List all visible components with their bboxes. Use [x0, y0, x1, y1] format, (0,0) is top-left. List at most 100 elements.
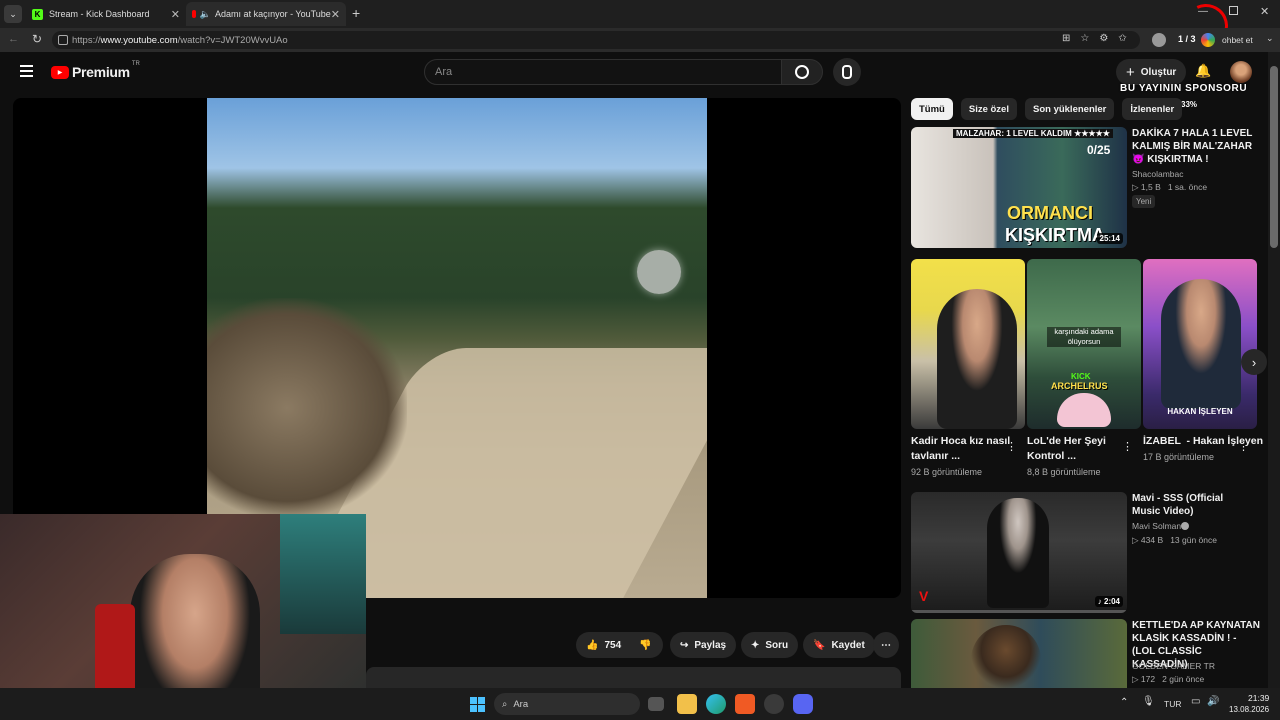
more-icon[interactable]: ⌄: [1266, 33, 1274, 44]
share-label: Paylaş: [694, 639, 727, 651]
profile-count: 1 / 3: [1178, 34, 1196, 44]
like-button[interactable]: 👍 754: [576, 632, 628, 658]
url-host: www.youtube.com: [100, 34, 178, 46]
brave-icon[interactable]: [735, 694, 755, 714]
save-label: Kaydet: [831, 639, 865, 651]
more-actions-button[interactable]: ⋯: [873, 632, 899, 658]
network-icon[interactable]: ▭: [1191, 696, 1200, 707]
video-thumbnail[interactable]: [911, 619, 1127, 688]
tab-title: Adamı at kaçınyor - YouTube: [215, 9, 331, 19]
kick-icon: K: [32, 8, 43, 20]
menu-icon[interactable]: [20, 65, 33, 77]
dislike-button[interactable]: 👎: [628, 632, 663, 658]
share-icon: ↪: [680, 639, 689, 651]
clock-date[interactable]: 13.08.2026: [1229, 705, 1269, 714]
share-button[interactable]: ↪ Paylaş: [670, 632, 737, 658]
close-window-icon[interactable]: ✕: [1260, 5, 1269, 18]
channel-name[interactable]: GOLDEN GAMER TR: [1132, 660, 1215, 673]
short-info[interactable]: Kadir Hoca kız nasıl tavlanır ... 92 B g…: [911, 434, 1021, 479]
search-button[interactable]: [781, 59, 823, 85]
url-field[interactable]: https://www.youtube.com/watch?v=JWT20Wvv…: [52, 31, 1140, 49]
filter-chips: Tümü Size özel Son yüklenenler İzlenenle…: [911, 98, 1183, 120]
tab-youtube[interactable]: 🔈 Adamı at kaçınyor - YouTube ✕: [186, 2, 346, 26]
ask-label: Soru: [765, 639, 789, 651]
reload-icon[interactable]: ↻: [32, 32, 42, 46]
favorites-icon[interactable]: ✩: [1118, 33, 1126, 44]
create-button[interactable]: + Oluştur: [1116, 59, 1187, 85]
extensions-icon[interactable]: ⚙: [1099, 33, 1108, 44]
language-indicator[interactable]: TUR: [1164, 699, 1181, 709]
heart-logo-icon: V: [919, 588, 929, 604]
new-tab-button[interactable]: +: [352, 5, 360, 21]
url-prefix: https://: [72, 34, 101, 46]
taskbar-search[interactable]: ⌕ Ara: [494, 693, 640, 715]
close-tab-icon[interactable]: ✕: [171, 8, 180, 21]
voice-search-button[interactable]: [833, 58, 861, 86]
obs-icon[interactable]: [764, 694, 784, 714]
short-thumbnail[interactable]: [911, 259, 1025, 429]
scrollbar-thumb[interactable]: [1270, 66, 1278, 248]
restore-icon[interactable]: [1229, 6, 1238, 15]
shorts-next-button[interactable]: ›: [1241, 349, 1267, 375]
short-info[interactable]: İZABEL - Hakan İşleyen 17 B görüntüleme: [1143, 434, 1263, 464]
short-thumbnail[interactable]: karşındaki adama ölüyorsun KICK ARCHELRU…: [1027, 259, 1141, 429]
short-name-label: ARCHELRUS: [1051, 381, 1108, 391]
video-thumbnail[interactable]: V ♪ 2:04: [911, 492, 1127, 613]
video-meta: ▷ 172 2 gün önce: [1132, 674, 1205, 684]
page-scrollbar[interactable]: [1268, 52, 1280, 688]
tray-microphone-icon[interactable]: 🎙: [1142, 696, 1155, 707]
chip-all[interactable]: Tümü: [911, 98, 953, 120]
youtube-icon: [192, 10, 196, 18]
taskbar-search-label: Ara: [513, 698, 529, 710]
chip-for-you[interactable]: Size özel: [960, 98, 1017, 120]
thumb-top-text: MALZAHAR: 1 LEVEL KALDIM ★★★★★: [953, 129, 1113, 138]
new-badge: Yeni: [1132, 195, 1156, 208]
sponsor-progress-text: 33%: [1181, 100, 1198, 109]
notifications-bell-icon[interactable]: 🔔: [1195, 63, 1211, 79]
windows-start-icon[interactable]: [470, 697, 485, 712]
back-icon[interactable]: ←: [8, 33, 19, 45]
star-icon[interactable]: ☆: [1080, 33, 1089, 44]
youtube-logo[interactable]: ▶ Premium TR: [51, 61, 140, 80]
search-input[interactable]: Ara: [424, 59, 782, 85]
tray-chevron-icon[interactable]: ⌃: [1120, 697, 1128, 708]
short-info[interactable]: LoL'de Her Şeyi Kontrol ... 8,8 B görünt…: [1027, 434, 1133, 479]
youtube-header: ▶ Premium TR Ara + Oluştur 🔔: [0, 52, 1266, 92]
channel-name[interactable]: Shacolambac: [1132, 168, 1184, 181]
task-view-icon[interactable]: [648, 697, 664, 711]
description-box[interactable]: [366, 667, 901, 688]
chip-recent[interactable]: Son yüklenenler: [1024, 98, 1115, 120]
save-button[interactable]: 🔖 Kaydet: [803, 632, 875, 658]
short-menu-icon[interactable]: ⋮: [1122, 440, 1133, 453]
file-explorer-icon[interactable]: [677, 694, 697, 714]
site-info-icon[interactable]: [58, 35, 68, 45]
edge-icon[interactable]: [706, 694, 726, 714]
account-avatar[interactable]: [1230, 61, 1252, 83]
close-tab-icon[interactable]: ✕: [331, 8, 340, 21]
clock-time[interactable]: 21:39: [1248, 693, 1269, 703]
watch-progress-bar: [911, 610, 1127, 613]
tab-list-button[interactable]: ⌄: [4, 5, 22, 23]
toolbar-icons: ⊞ ☆ ⚙ ✩: [1062, 33, 1127, 44]
thumb-person: [987, 498, 1049, 608]
speaker-icon[interactable]: 🔈: [200, 9, 211, 20]
install-app-icon[interactable]: ⊞: [1062, 33, 1070, 44]
video-title[interactable]: DAKİKA 7 HALA 1 LEVEL KALMIŞ BİR MAL'ZAH…: [1132, 127, 1254, 166]
ask-button[interactable]: ✦ Soru: [741, 632, 799, 658]
sidebar-label[interactable]: ohbet et: [1222, 35, 1253, 45]
short-views: 8,8 B görüntüleme: [1027, 467, 1101, 477]
tab-kick-dashboard[interactable]: K Stream - Kick Dashboard ✕: [26, 2, 186, 26]
volume-icon[interactable]: 🔊: [1207, 696, 1219, 707]
short-thumbnail[interactable]: HAKAN İŞLEYEN: [1143, 259, 1257, 429]
tab-title: Stream - Kick Dashboard: [49, 9, 150, 19]
discord-icon[interactable]: [793, 694, 813, 714]
windows-taskbar: ⌕ Ara ⌃ 🎙 TUR ▭ 🔊 21:39 13.08.2026: [0, 688, 1280, 720]
video-thumbnail[interactable]: MALZAHAR: 1 LEVEL KALDIM ★★★★★ 0/25 ORMA…: [911, 127, 1127, 248]
profile-avatar[interactable]: [1152, 33, 1166, 47]
short-menu-icon[interactable]: ⋮: [1238, 440, 1249, 453]
chip-watched[interactable]: İzlenenler: [1122, 98, 1183, 120]
short-menu-icon[interactable]: ⋮: [1006, 440, 1017, 453]
copilot-icon[interactable]: [1201, 33, 1215, 47]
video-title[interactable]: Mavi - SSS (Official Music Video): [1132, 492, 1254, 518]
channel-name[interactable]: Mavi Solman: [1132, 520, 1181, 533]
